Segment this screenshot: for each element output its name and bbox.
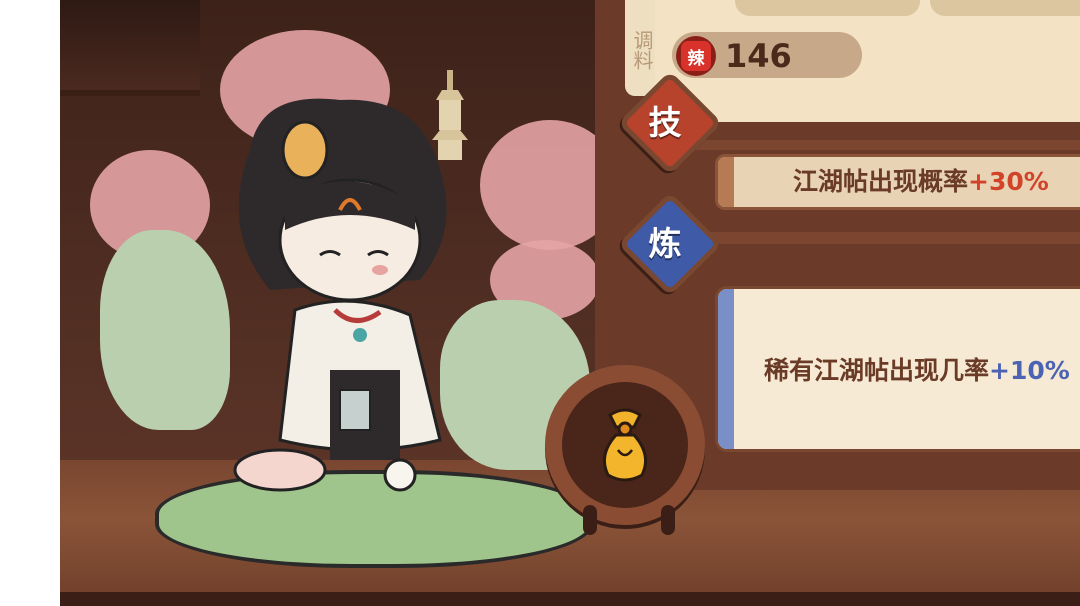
character-figure <box>233 98 447 492</box>
rare-bonus-card: 稀有江湖帖出现几率+10% <box>715 286 1080 452</box>
bonus-card: 江湖帖出现概率+30% <box>715 154 1080 210</box>
bonus-text: 江湖帖出现概率+30% <box>793 157 1049 207</box>
game-scene: 调料 辣 146 技 炼 江湖帖出现概率+30% 稀有江湖帖出现几率+10% <box>60 0 1080 606</box>
spice-icon: 辣 <box>676 36 716 76</box>
panel-divider <box>656 140 1080 150</box>
medal-stand <box>661 505 675 535</box>
rare-bonus-text: 稀有江湖帖出现几率+10% <box>764 349 1070 393</box>
medal-stand <box>583 505 597 535</box>
tab-refine[interactable]: 炼 <box>625 201 705 281</box>
panel-divider <box>656 232 1080 244</box>
stat-pill-top <box>735 0 920 16</box>
stat-pill-top <box>930 0 1080 16</box>
spice-value: 146 <box>725 37 792 75</box>
pouch-icon <box>602 408 648 482</box>
tab-skill[interactable]: 技 <box>625 80 705 160</box>
spice-badge: 辣 <box>681 41 711 71</box>
rare-bonus-value: +10% <box>989 356 1070 385</box>
bonus-label: 江湖帖出现概率 <box>793 167 969 196</box>
rare-bonus-card-cap <box>718 289 734 449</box>
bonus-card-cap <box>718 157 734 207</box>
rare-bonus-label: 稀有江湖帖出现几率 <box>764 356 990 385</box>
pouch-button[interactable] <box>562 382 688 508</box>
bonus-value: +30% <box>968 167 1049 196</box>
character-illustration[interactable] <box>60 0 620 606</box>
